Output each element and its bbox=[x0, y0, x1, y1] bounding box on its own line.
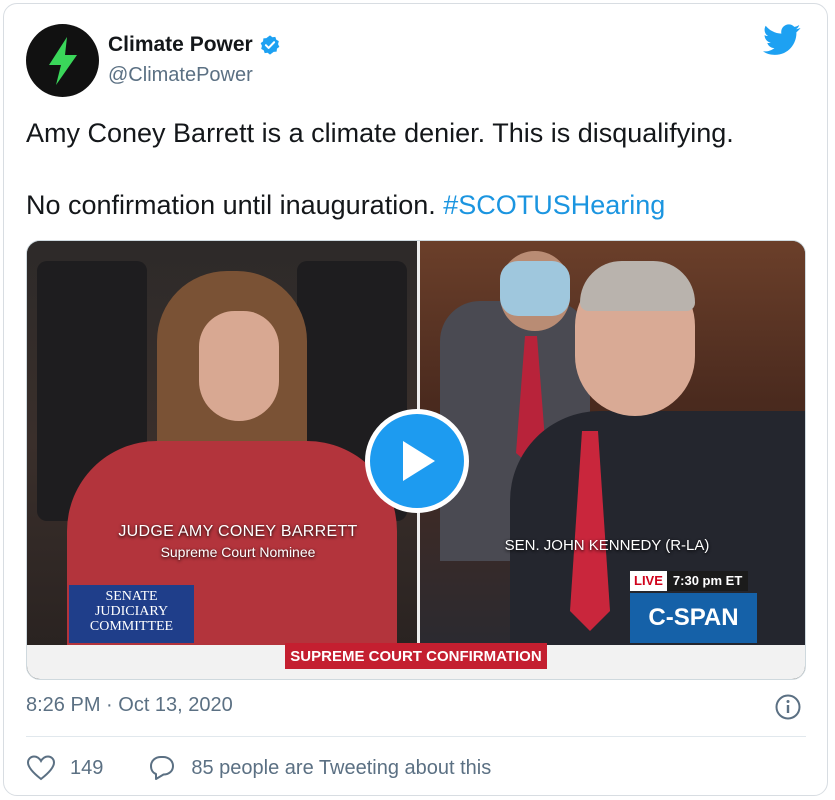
verified-badge-icon bbox=[259, 34, 281, 56]
heart-icon bbox=[26, 755, 56, 781]
hashtag-link[interactable]: #SCOTUSHearing bbox=[443, 190, 665, 220]
display-name-text: Climate Power bbox=[108, 33, 253, 56]
committee-line-3: COMMITTEE bbox=[89, 619, 174, 634]
live-indicator: LIVE 7:30 pm ET bbox=[630, 571, 749, 591]
display-name[interactable]: Climate Power bbox=[108, 33, 281, 57]
lightning-bolt-icon bbox=[48, 36, 77, 85]
live-label: LIVE bbox=[630, 571, 667, 591]
nominee-figure-face bbox=[199, 311, 279, 421]
avatar[interactable] bbox=[26, 24, 99, 97]
play-button[interactable] bbox=[365, 409, 469, 513]
nominee-caption-name: JUDGE AMY CONEY BARRETT bbox=[118, 523, 358, 540]
nominee-caption: JUDGE AMY CONEY BARRETT Supreme Court No… bbox=[93, 523, 383, 560]
committee-line-1: SENATE bbox=[105, 589, 158, 604]
conversation-button[interactable]: 85 people are Tweeting about this bbox=[147, 754, 491, 782]
reply-bubble-icon bbox=[150, 756, 175, 780]
tweet-text: Amy Coney Barrett is a climate denier. T… bbox=[26, 117, 816, 221]
video-player[interactable]: JUDGE AMY CONEY BARRETT Supreme Court No… bbox=[26, 240, 806, 680]
tweet-line-2: No confirmation until inauguration. #SCO… bbox=[26, 189, 816, 221]
conversation-text: 85 people are Tweeting about this bbox=[191, 756, 492, 779]
tweet-card: Climate Power @ClimatePower Amy Coney Ba… bbox=[3, 3, 828, 796]
like-count: 149 bbox=[70, 756, 104, 779]
committee-line-2: JUDICIARY bbox=[94, 604, 169, 619]
twitter-bird-icon[interactable] bbox=[763, 24, 801, 56]
tweet-actions: 149 85 people are Tweeting about this bbox=[26, 754, 535, 782]
nominee-caption-role: Supreme Court Nominee bbox=[160, 544, 316, 560]
like-button[interactable]: 149 bbox=[26, 754, 103, 782]
play-icon bbox=[403, 441, 435, 481]
senator-figure-hair bbox=[580, 261, 695, 311]
divider bbox=[26, 736, 806, 737]
tweet-timestamp[interactable]: 8:26 PM · Oct 13, 2020 bbox=[26, 694, 233, 717]
senator-caption: SEN. JOHN KENNEDY (R-LA) bbox=[504, 537, 710, 554]
committee-logo: SENATE JUDICIARY COMMITTEE bbox=[69, 585, 194, 643]
tweet-line-2-text: No confirmation until inauguration. bbox=[26, 190, 444, 220]
network-logo: C-SPAN bbox=[630, 593, 757, 643]
confirmation-banner: SUPREME COURT CONFIRMATION bbox=[285, 643, 547, 669]
live-time: 7:30 pm ET bbox=[666, 571, 749, 591]
tweet-line-1: Amy Coney Barrett is a climate denier. T… bbox=[26, 118, 734, 148]
account-handle[interactable]: @ClimatePower bbox=[108, 64, 253, 87]
info-icon[interactable] bbox=[775, 694, 801, 720]
face-mask-shape bbox=[500, 261, 570, 316]
